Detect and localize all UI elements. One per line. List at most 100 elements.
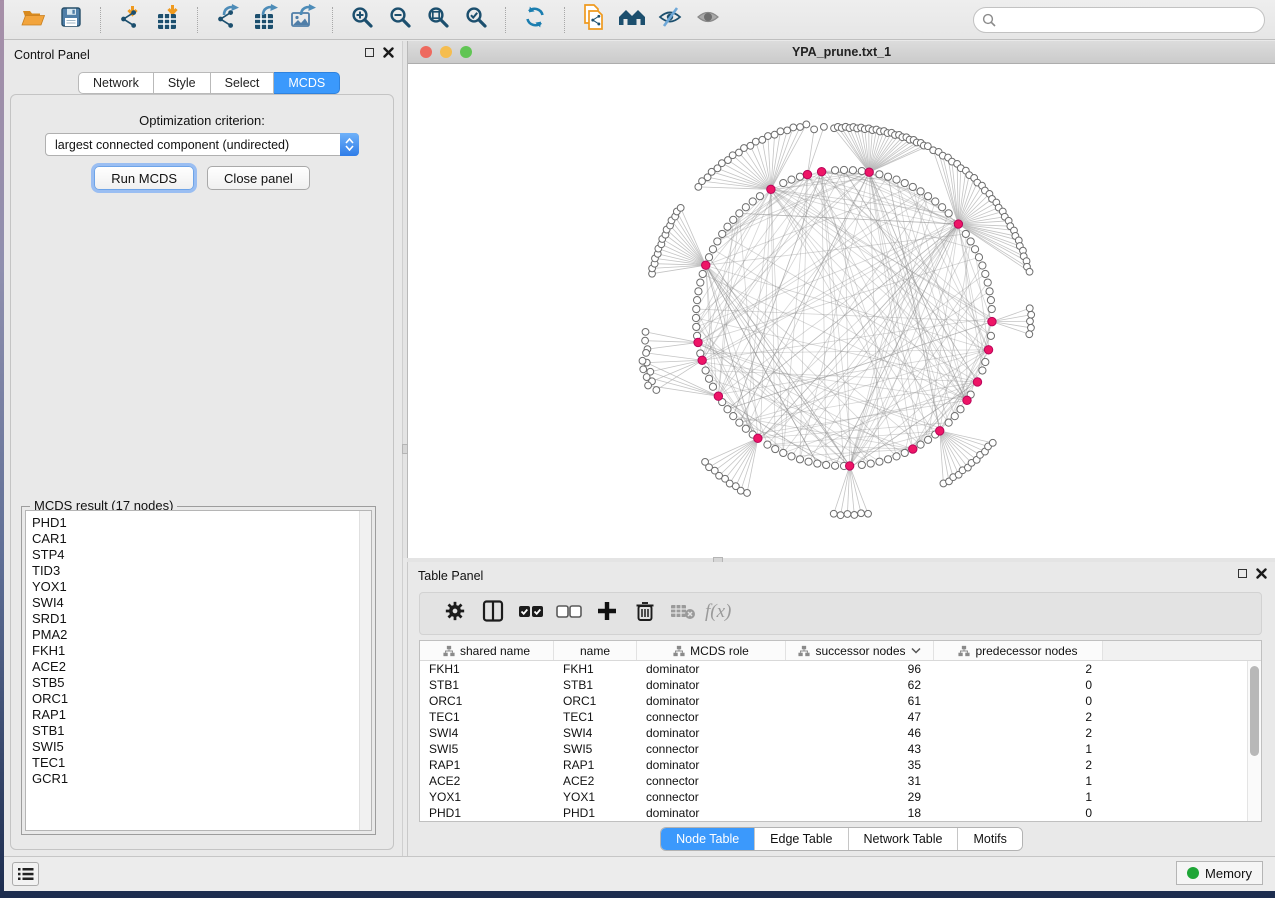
mcds-hub-node[interactable] xyxy=(973,378,981,386)
table-row[interactable]: TEC1TEC1connector472 xyxy=(420,709,1247,725)
gear-button[interactable] xyxy=(436,599,474,629)
columns-button[interactable] xyxy=(474,599,512,629)
network-node[interactable] xyxy=(1026,331,1033,338)
network-node[interactable] xyxy=(797,124,804,131)
network-node[interactable] xyxy=(803,121,810,128)
network-node[interactable] xyxy=(865,510,872,517)
network-node[interactable] xyxy=(858,461,865,468)
column-header-shared-name[interactable]: shared name xyxy=(420,641,554,660)
hide-selected-button[interactable] xyxy=(655,5,685,35)
network-node[interactable] xyxy=(1026,268,1033,275)
network-node[interactable] xyxy=(957,406,964,413)
tab-edge-table[interactable]: Edge Table xyxy=(754,828,847,850)
network-node[interactable] xyxy=(967,238,974,245)
network-titlebar[interactable]: YPA_prune.txt_1 xyxy=(408,41,1275,64)
network-node[interactable] xyxy=(639,357,646,364)
network-node[interactable] xyxy=(811,126,818,133)
select-all-button[interactable] xyxy=(512,599,550,629)
network-node[interactable] xyxy=(917,441,924,448)
mcds-result-item[interactable]: PHD1 xyxy=(26,515,371,531)
mcds-result-item[interactable]: TID3 xyxy=(26,563,371,579)
network-node[interactable] xyxy=(765,133,772,140)
network-node[interactable] xyxy=(724,406,731,413)
mcds-result-item[interactable]: ACE2 xyxy=(26,659,371,675)
network-node[interactable] xyxy=(986,288,993,295)
network-node[interactable] xyxy=(858,167,865,174)
network-node[interactable] xyxy=(884,173,891,180)
network-node[interactable] xyxy=(982,358,989,365)
mcds-result-item[interactable]: ORC1 xyxy=(26,691,371,707)
criterion-dropdown[interactable]: largest connected component (undirected) xyxy=(45,133,359,156)
network-node[interactable] xyxy=(741,145,748,152)
network-node[interactable] xyxy=(932,198,939,205)
table-row[interactable]: ORC1ORC1dominator610 xyxy=(420,693,1247,709)
network-node[interactable] xyxy=(984,279,991,286)
network-node[interactable] xyxy=(840,166,847,173)
mcds-hub-node[interactable] xyxy=(909,445,917,453)
network-node[interactable] xyxy=(693,323,700,330)
network-node[interactable] xyxy=(744,490,751,497)
table-row[interactable]: STB1STB1dominator620 xyxy=(420,677,1247,693)
mcds-hub-node[interactable] xyxy=(984,346,992,354)
network-node[interactable] xyxy=(962,230,969,237)
network-node[interactable] xyxy=(945,419,952,426)
mcds-result-item[interactable]: FKH1 xyxy=(26,643,371,659)
network-node[interactable] xyxy=(1028,311,1035,318)
network-node[interactable] xyxy=(742,425,749,432)
network-node[interactable] xyxy=(831,167,838,174)
network-node[interactable] xyxy=(749,198,756,205)
export-table-button[interactable] xyxy=(250,5,280,35)
network-node[interactable] xyxy=(988,305,995,312)
import-table-button[interactable] xyxy=(153,5,183,35)
run-mcds-button[interactable]: Run MCDS xyxy=(94,166,194,190)
network-node[interactable] xyxy=(893,176,900,183)
zoom-selected-button[interactable] xyxy=(461,5,491,35)
network-node[interactable] xyxy=(780,449,787,456)
mcds-hub-node[interactable] xyxy=(817,168,825,176)
session-home-button[interactable] xyxy=(617,5,647,35)
mcds-result-item[interactable]: YOX1 xyxy=(26,579,371,595)
vertical-splitter[interactable] xyxy=(403,41,407,558)
float-panel-icon[interactable] xyxy=(365,48,374,57)
network-node[interactable] xyxy=(924,436,931,443)
network-node[interactable] xyxy=(780,179,787,186)
table-row[interactable]: ACE2ACE2connector311 xyxy=(420,773,1247,789)
network-node[interactable] xyxy=(796,456,803,463)
network-node[interactable] xyxy=(790,124,797,131)
mcds-hub-node[interactable] xyxy=(988,317,996,325)
network-node[interactable] xyxy=(1026,305,1033,312)
network-node[interactable] xyxy=(705,254,712,261)
mcds-result-item[interactable]: CAR1 xyxy=(26,531,371,547)
tab-motifs[interactable]: Motifs xyxy=(957,828,1021,850)
network-graph[interactable] xyxy=(408,64,1275,558)
network-node[interactable] xyxy=(693,305,700,312)
import-network-button[interactable] xyxy=(115,5,145,35)
export-image-button[interactable] xyxy=(288,5,318,35)
network-node[interactable] xyxy=(1028,324,1035,331)
network-node[interactable] xyxy=(730,413,737,420)
network-node[interactable] xyxy=(844,511,851,518)
column-header-predecessor-nodes[interactable]: predecessor nodes xyxy=(934,641,1103,660)
network-node[interactable] xyxy=(831,462,838,469)
mcds-hub-node[interactable] xyxy=(963,396,971,404)
table-scrollbar[interactable] xyxy=(1247,661,1261,821)
network-node[interactable] xyxy=(989,439,996,446)
network-node[interactable] xyxy=(1027,318,1034,325)
network-node[interactable] xyxy=(736,419,743,426)
table-row[interactable]: RAP1RAP1dominator352 xyxy=(420,757,1247,773)
add-button[interactable] xyxy=(588,599,626,629)
network-node[interactable] xyxy=(702,367,709,374)
network-node[interactable] xyxy=(724,223,731,230)
task-history-button[interactable] xyxy=(12,862,39,886)
network-node[interactable] xyxy=(709,246,716,253)
mcds-hub-node[interactable] xyxy=(936,427,944,435)
network-node[interactable] xyxy=(699,270,706,277)
table-row[interactable]: PHD1PHD1dominator180 xyxy=(420,805,1247,821)
close-panel-icon[interactable] xyxy=(1256,568,1267,579)
network-node[interactable] xyxy=(830,510,837,517)
column-header-MCDS-role[interactable]: MCDS role xyxy=(637,641,786,660)
network-node[interactable] xyxy=(821,123,828,130)
mcds-hub-node[interactable] xyxy=(845,462,853,470)
network-node[interactable] xyxy=(730,216,737,223)
network-node[interactable] xyxy=(756,193,763,200)
